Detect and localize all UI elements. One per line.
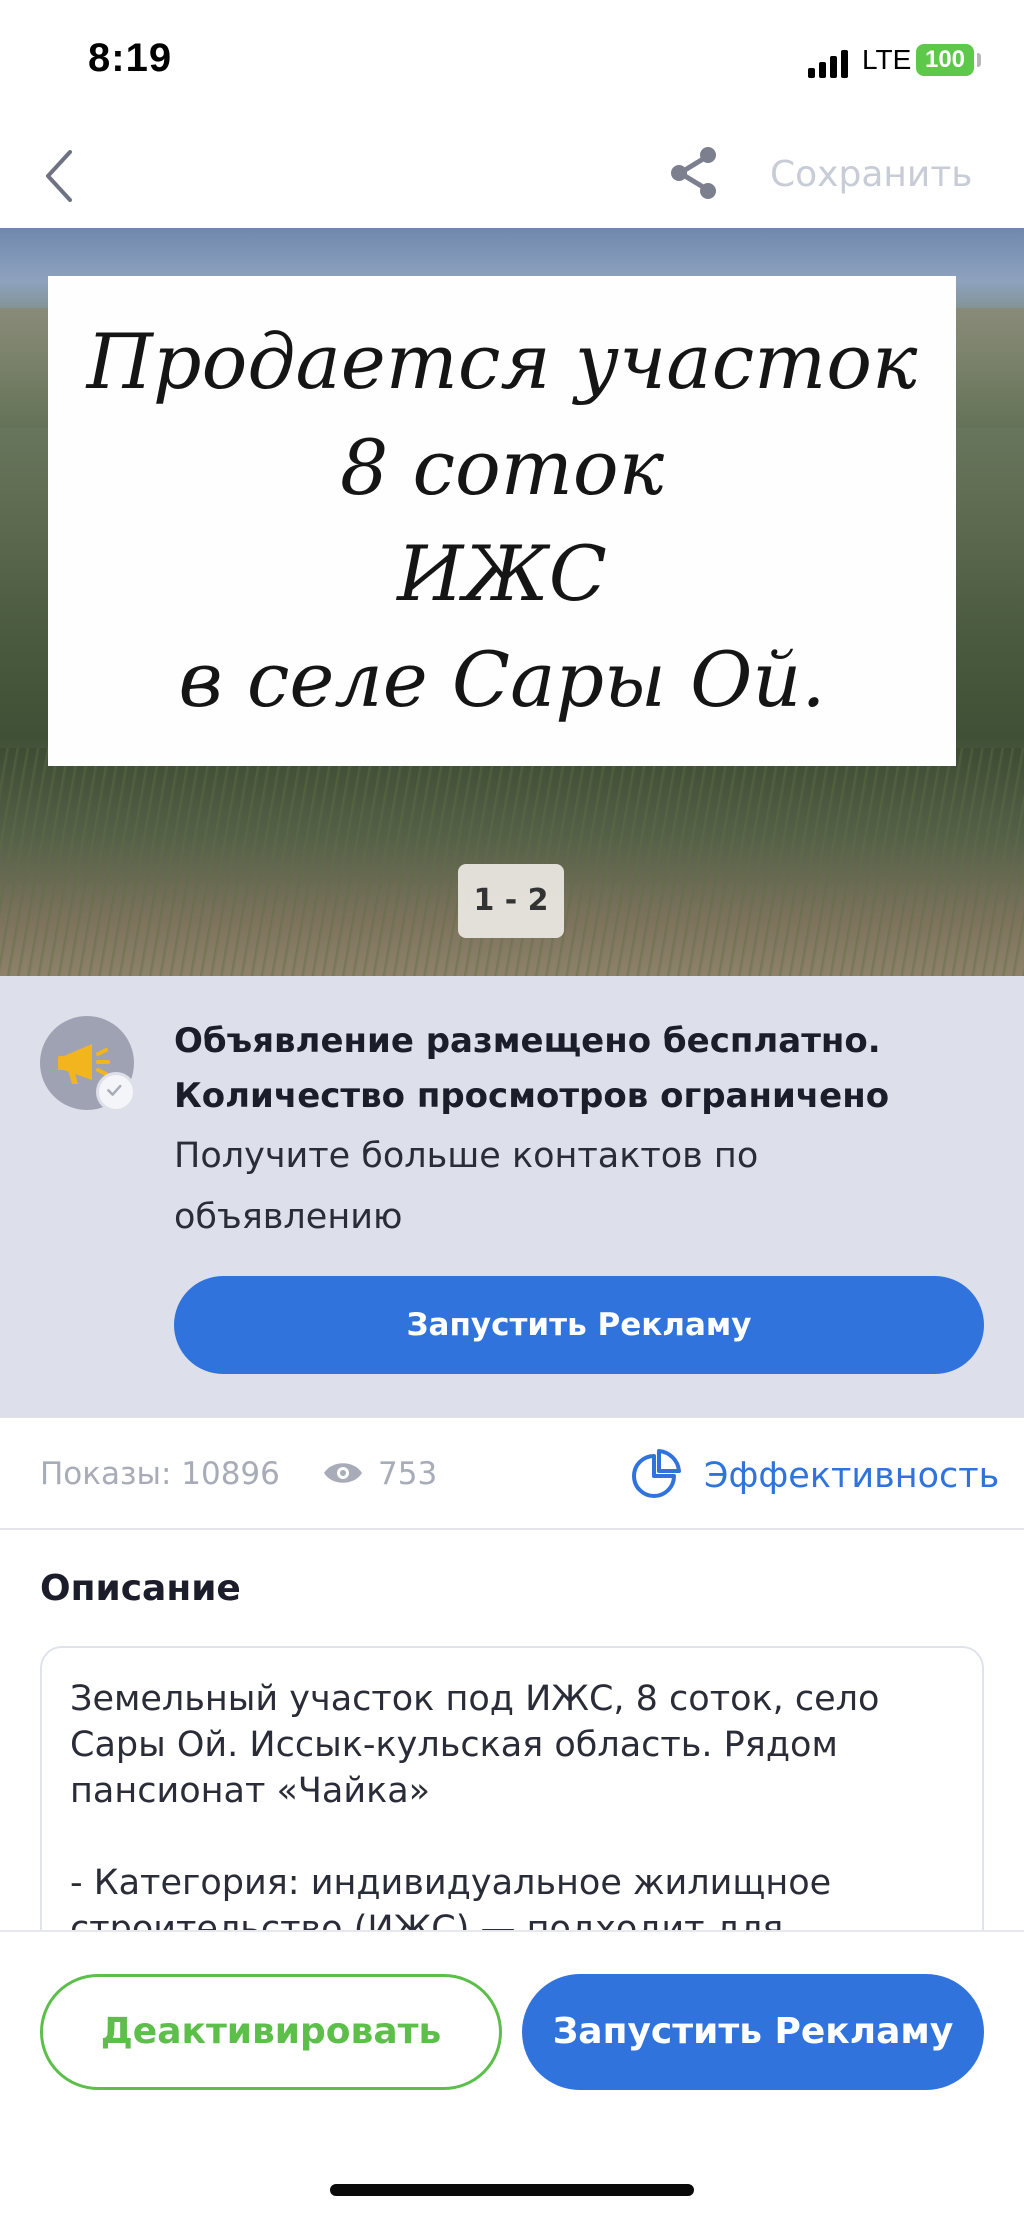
battery-icon: 100 xyxy=(916,44,974,76)
network-type: LTE xyxy=(862,44,912,75)
bottom-action-bar: Деактивировать Запустить Рекламу xyxy=(0,1930,1024,2218)
sign-line-2: 8 соток xyxy=(339,423,665,512)
signal-icon xyxy=(808,50,848,78)
views-count: 753 xyxy=(378,1456,438,1492)
share-icon[interactable] xyxy=(664,142,726,204)
photo-sign: Продается участок 8 соток ИЖС в селе Сар… xyxy=(48,276,956,766)
pie-chart-icon[interactable] xyxy=(626,1448,682,1504)
chevron-left-icon[interactable] xyxy=(40,146,80,206)
description-text: Земельный участок под ИЖС, 8 соток, село… xyxy=(70,1679,880,1949)
promo-title: Объявление размещено бесплатно. Количест… xyxy=(174,1014,994,1124)
battery-level: 100 xyxy=(924,46,966,73)
check-badge-icon xyxy=(96,1072,136,1112)
impressions-count: Показы: 10896 xyxy=(40,1456,280,1492)
sign-line-3: ИЖС xyxy=(397,529,607,618)
stats-row: Показы: 10896 753 Эффективность xyxy=(0,1418,1024,1530)
save-button[interactable]: Сохранить xyxy=(770,154,973,195)
launch-ad-button[interactable]: Запустить Рекламу xyxy=(174,1276,984,1374)
status-time: 8:19 xyxy=(88,36,173,80)
promo-title-line-2: Количество просмотров ограничено xyxy=(174,1076,890,1116)
promo-title-line-1: Объявление размещено бесплатно. xyxy=(174,1021,881,1061)
efficiency-link[interactable]: Эффективность xyxy=(704,1456,999,1496)
bottom-launch-ad-button[interactable]: Запустить Рекламу xyxy=(522,1974,984,2090)
home-indicator[interactable] xyxy=(330,2184,694,2196)
photo-background-grass xyxy=(0,748,1024,976)
promo-subtitle: Получите больше контактов по объявлению xyxy=(174,1136,759,1237)
status-bar: 8:19 LTE 100 xyxy=(0,0,1024,120)
nav-bar: Сохранить xyxy=(0,120,1024,228)
description-title: Описание xyxy=(40,1568,241,1609)
promo-panel: Объявление размещено бесплатно. Количест… xyxy=(0,976,1024,1418)
eye-icon xyxy=(324,1463,362,1483)
sign-line-4: в селе Сары Ой. xyxy=(178,635,826,724)
listing-photo[interactable]: Продается участок 8 соток ИЖС в селе Сар… xyxy=(0,228,1024,976)
sign-line-1: Продается участок xyxy=(86,317,918,406)
deactivate-button[interactable]: Деактивировать xyxy=(40,1974,502,2090)
photo-counter: 1 - 2 xyxy=(458,864,564,938)
battery-tip xyxy=(977,53,981,67)
